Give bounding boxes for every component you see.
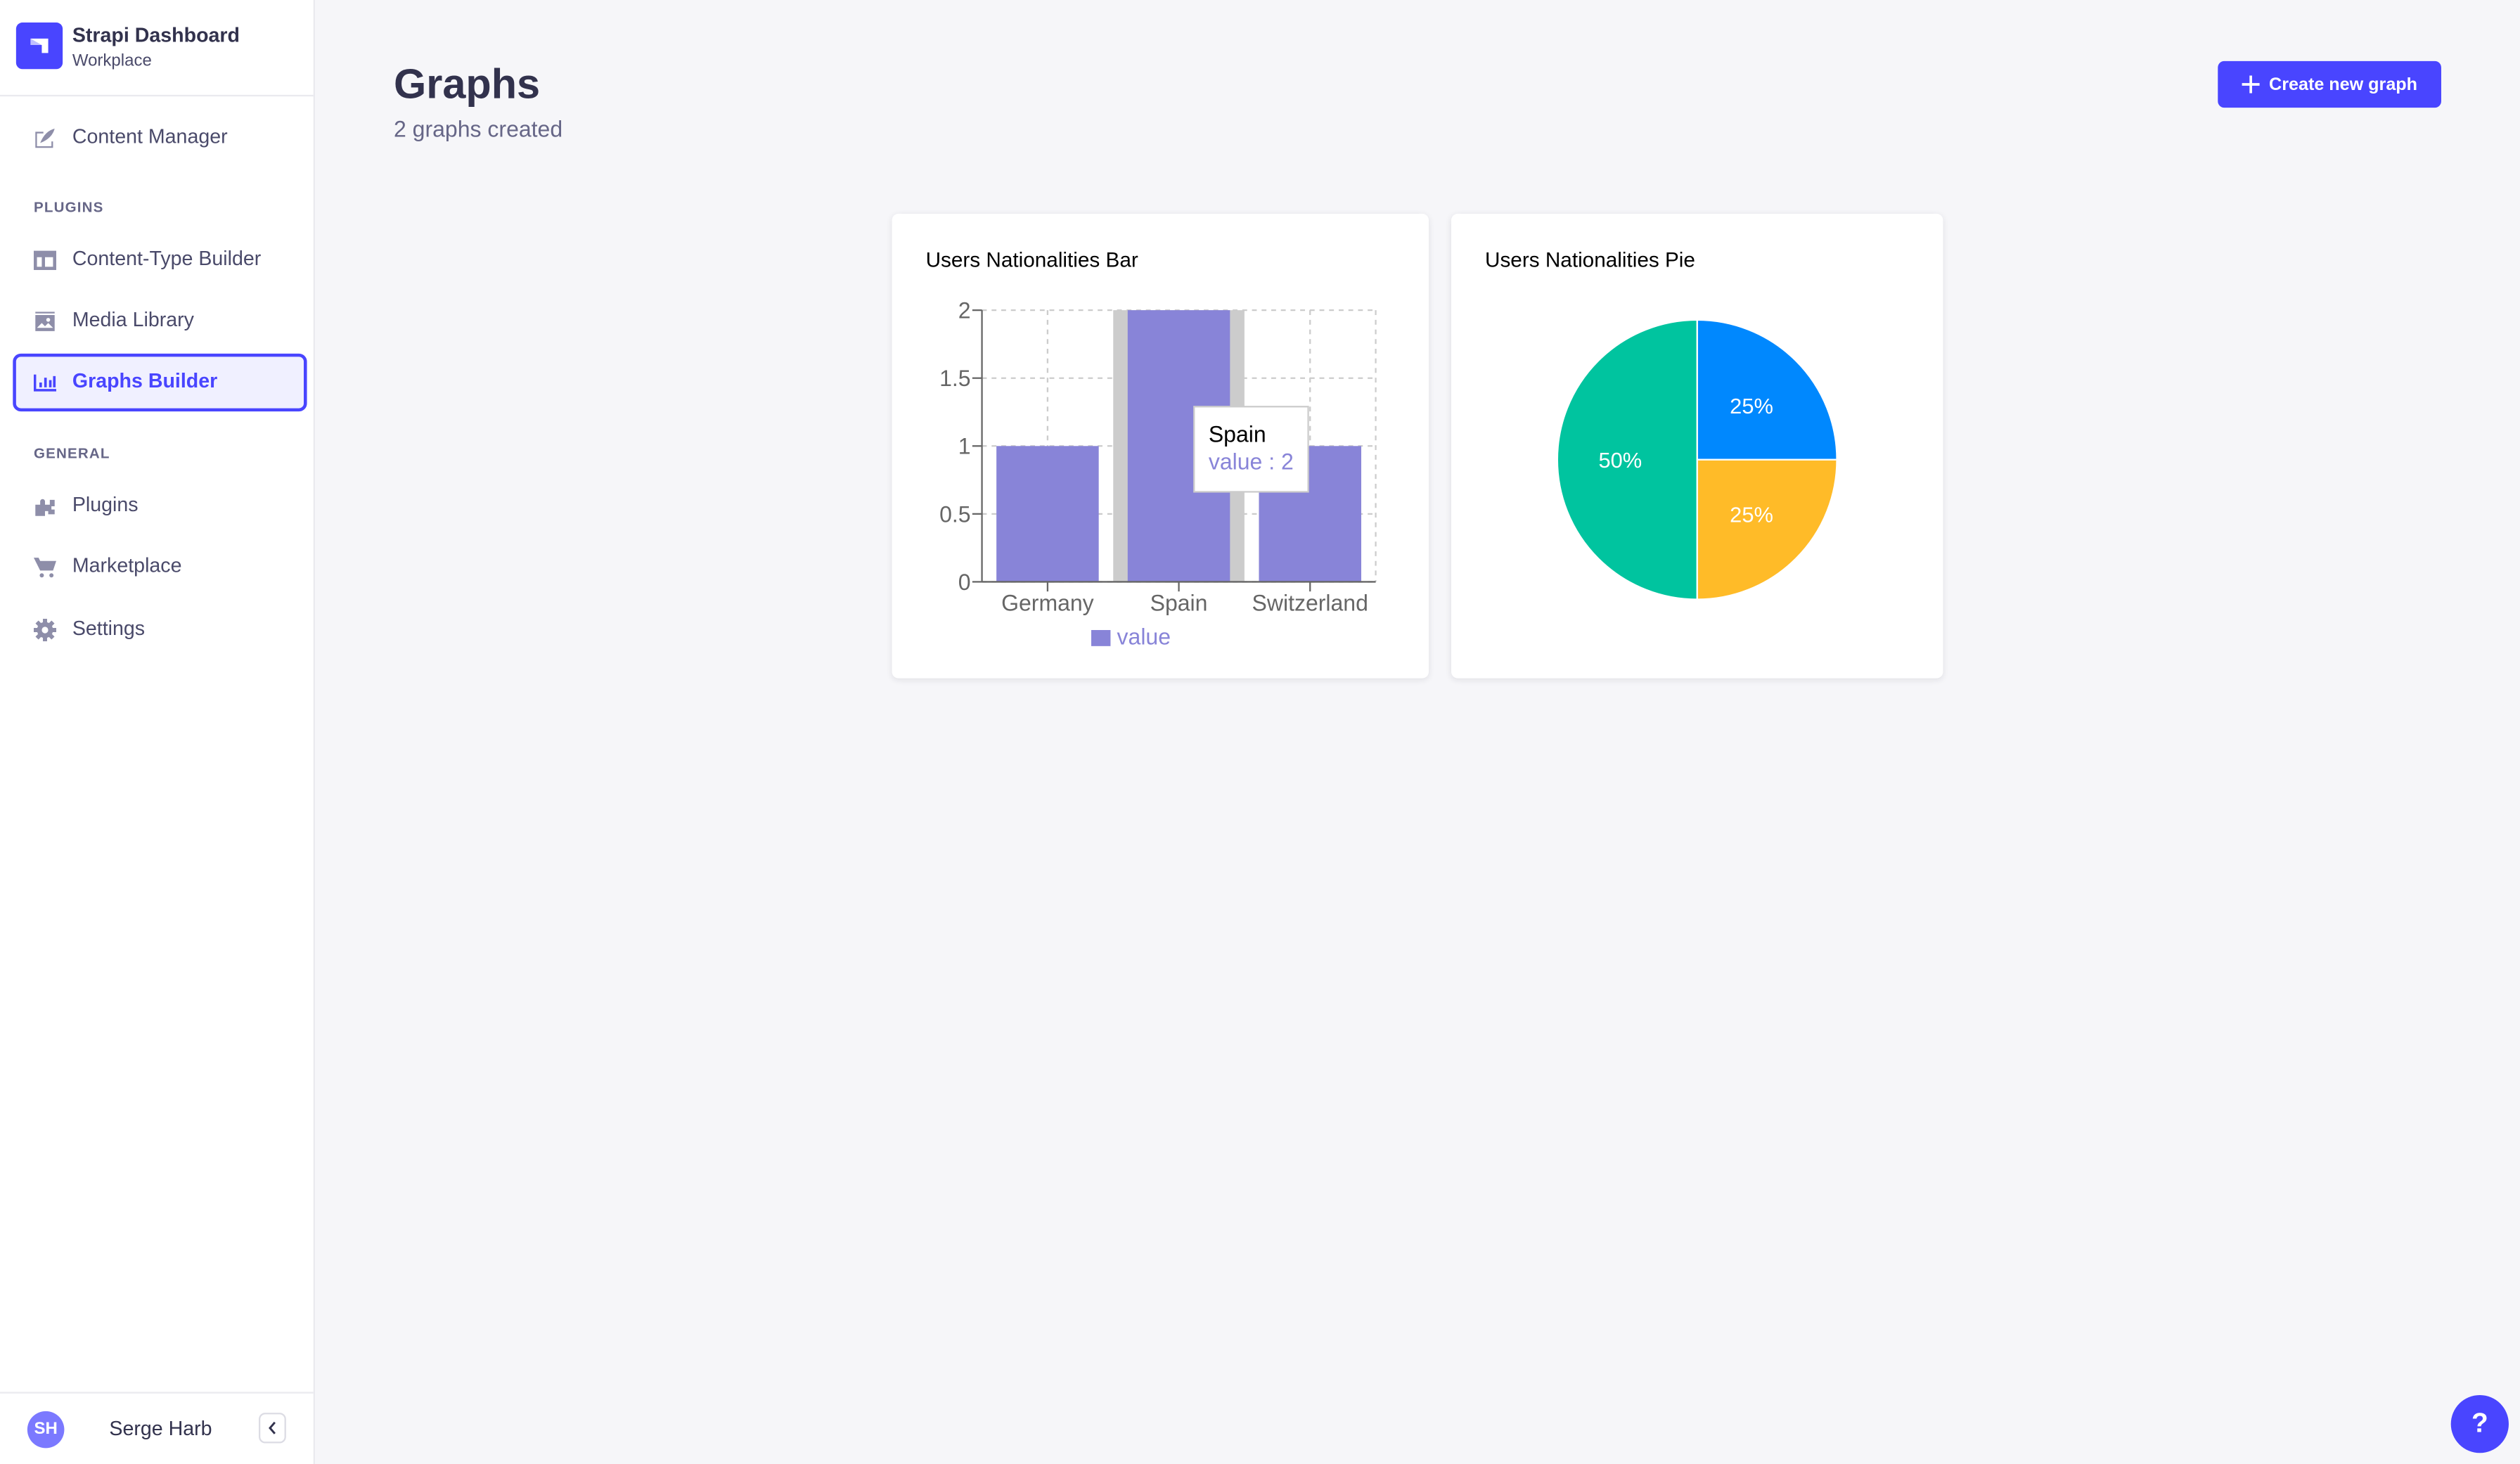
brand-title: Strapi Dashboard [72, 24, 240, 47]
y-tick-label: 0.5 [939, 501, 970, 527]
plus-icon [2242, 75, 2260, 94]
sidebar-item-label: Media Library [72, 308, 194, 331]
y-tick-label: 1.5 [939, 366, 970, 391]
sidebar-item-label: Graphs Builder [72, 369, 218, 392]
section-label-plugins: PLUGINS [33, 199, 104, 216]
page-title: Graphs [393, 59, 541, 108]
sidebar-item-content-type-builder[interactable]: Content-Type Builder [13, 231, 307, 289]
cart-icon [33, 558, 56, 578]
bar-germany [996, 446, 1099, 582]
pie-slice [1696, 458, 1838, 601]
sidebar-item-plugins[interactable]: Plugins [13, 477, 307, 535]
tooltip: Spainvalue : 2 [1193, 406, 1309, 493]
tooltip-value: value : 2 [1209, 449, 1294, 474]
bar-graph-card[interactable]: Users Nationalities Bar Germany Spain Swit… [892, 213, 1429, 679]
pie-label: 50% [1598, 448, 1642, 473]
sidebar-item-media-library[interactable]: Media Library [13, 293, 307, 350]
sidebar-item-marketplace[interactable]: Marketplace [13, 539, 307, 596]
brand-subtitle: Workplace [72, 51, 152, 71]
y-tick-label: 0 [958, 570, 971, 595]
chevron-left-icon [269, 1421, 276, 1434]
sidebar-item-label: Content-Type Builder [72, 247, 262, 270]
feather-icon [35, 128, 55, 148]
image-icon [35, 312, 55, 331]
y-tick-label: 2 [958, 298, 971, 323]
layout-icon [33, 250, 56, 270]
x-tick-label: Germany [1001, 591, 1094, 616]
legend-label: value [1117, 624, 1171, 650]
tooltip-title: Spain [1209, 422, 1266, 447]
x-tick-label: Switzerland [1252, 591, 1368, 616]
help-button[interactable]: ? [2450, 1394, 2509, 1453]
collapse-sidebar-button[interactable] [258, 1413, 286, 1444]
x-tick-label: Spain [1150, 591, 1208, 616]
bar-chart: Germany Spain Switzerland 0 0.5 1 1.5 2 value Spa… [939, 298, 1377, 650]
sidebar-item-settings[interactable]: Settings [13, 601, 307, 659]
gear-icon [33, 618, 56, 641]
sidebar-item-label: Marketplace [72, 554, 182, 577]
pie-label: 25% [1730, 502, 1773, 527]
section-label-general: GENERAL [33, 445, 110, 461]
sidebar-item-label: Content Manager [72, 125, 228, 148]
sidebar-item-label: Plugins [72, 493, 139, 516]
puzzle-icon [35, 499, 55, 516]
strapi-logo [15, 22, 63, 70]
user-name: Serge Harb [109, 1417, 212, 1440]
divider [0, 94, 314, 97]
create-new-graph-button[interactable]: Create new graph [2218, 60, 2441, 108]
pie-slice [1696, 319, 1838, 461]
pie-chart: 25% 25% 50% [1556, 319, 1838, 601]
create-new-graph-label: Create new graph [2269, 75, 2418, 94]
sidebar-item-graphs-builder[interactable]: Graphs Builder [13, 353, 307, 412]
bar-chart-icon [33, 374, 56, 392]
sidebar-item-content-manager[interactable]: Content Manager [13, 109, 307, 167]
y-tick-label: 1 [958, 434, 971, 459]
divider [0, 1392, 314, 1394]
sidebar: Strapi Dashboard Workplace Content Manag… [0, 0, 315, 1464]
avatar[interactable]: SH [27, 1411, 65, 1449]
pie-graph-card[interactable]: Users Nationalities Pie 25% 25% 50% [1451, 213, 1943, 679]
legend-swatch [1091, 629, 1111, 646]
pie-label: 25% [1730, 394, 1773, 418]
page-subtitle: 2 graphs created [393, 115, 563, 142]
sidebar-item-label: Settings [72, 617, 146, 640]
